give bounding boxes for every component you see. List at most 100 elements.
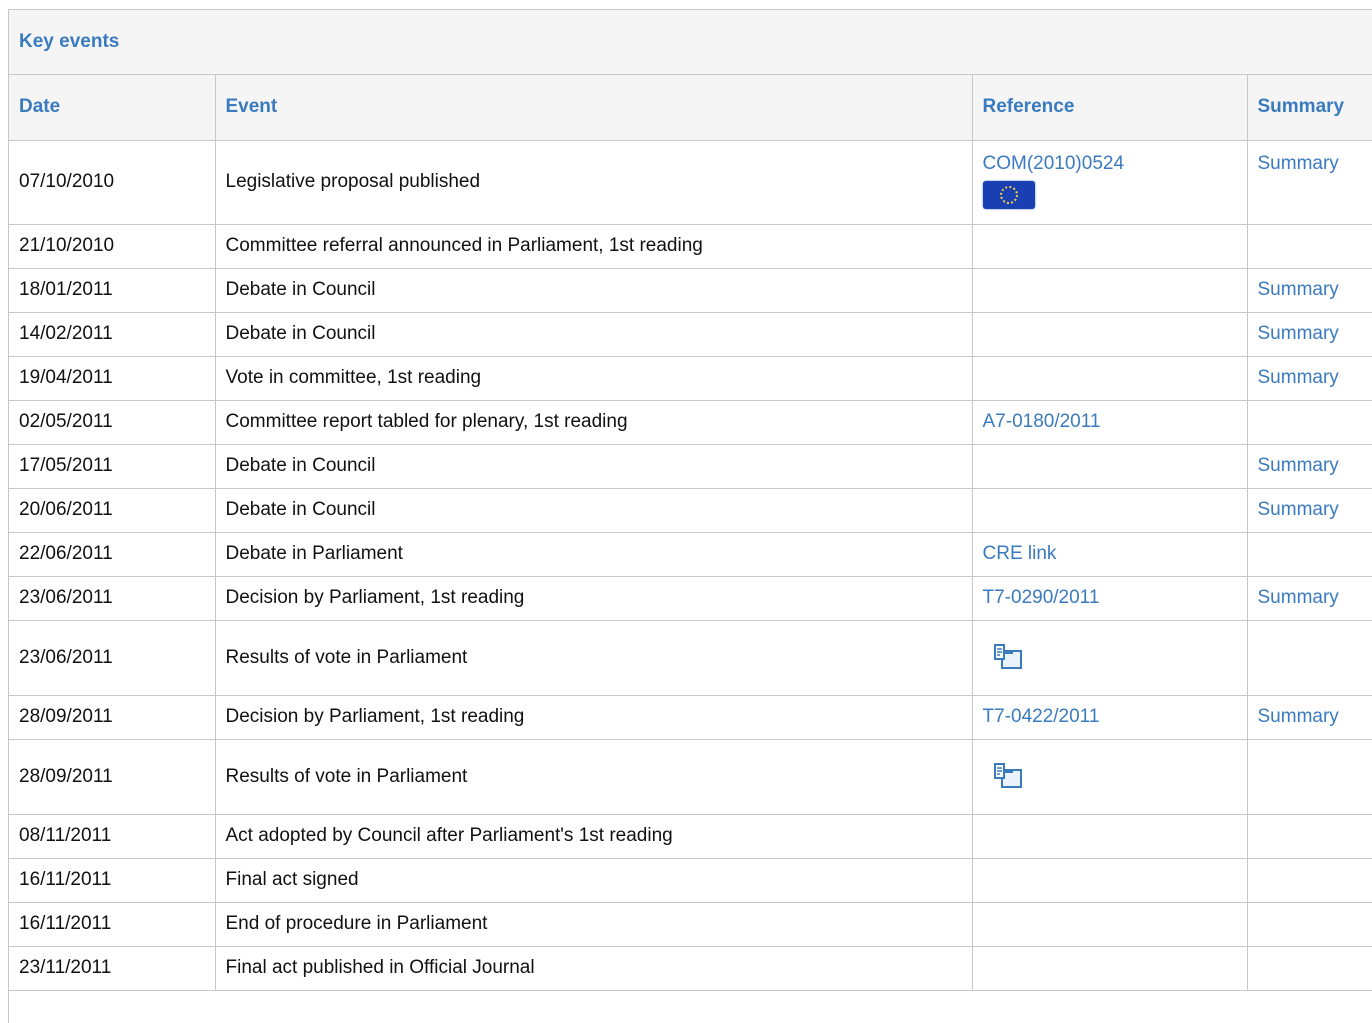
event-cell: Final act published in Official Journal: [215, 946, 973, 991]
event-cell: Vote in committee, 1st reading: [215, 356, 973, 401]
summary-cell: Summary: [1247, 140, 1372, 225]
reference-cell: [972, 739, 1248, 815]
vote-results-icon[interactable]: [991, 761, 1025, 793]
event-cell: Decision by Parliament, 1st reading: [215, 576, 973, 621]
reference-cell: T7-0290/2011: [972, 576, 1248, 621]
reference-cell: CRE link: [972, 532, 1248, 577]
event-cell: Debate in Council: [215, 444, 973, 489]
summary-cell: [1247, 946, 1372, 991]
event-cell: Results of vote in Parliament: [215, 739, 973, 815]
reference-link[interactable]: CRE link: [983, 543, 1057, 564]
event-cell: Act adopted by Council after Parliament'…: [215, 814, 973, 859]
summary-cell: Summary: [1247, 268, 1372, 313]
reference-cell: [972, 488, 1248, 533]
column-header-event[interactable]: Event: [215, 75, 973, 141]
date-cell: 07/10/2010: [9, 140, 216, 225]
column-header-summary[interactable]: Summary: [1247, 75, 1372, 141]
column-header-reference[interactable]: Reference: [972, 75, 1248, 141]
summary-link[interactable]: Summary: [1258, 279, 1339, 300]
reference-cell: [972, 620, 1248, 696]
summary-cell: [1247, 814, 1372, 859]
table-row: 14/02/2011 Debate in Council Summary: [9, 312, 1372, 357]
event-cell: Committee report tabled for plenary, 1st…: [215, 400, 973, 445]
date-cell: 23/06/2011: [9, 620, 216, 696]
reference-cell: [972, 268, 1248, 313]
table-header-row: Date Event Reference Summary: [9, 75, 1372, 141]
panel-title: Key events: [19, 31, 120, 52]
vote-results-icon[interactable]: [991, 642, 1025, 674]
key-events-table: Date Event Reference Summary 07/10/2010 …: [9, 75, 1372, 991]
reference-cell: [972, 444, 1248, 489]
event-cell: Debate in Council: [215, 488, 973, 533]
event-cell: Debate in Council: [215, 312, 973, 357]
summary-link[interactable]: Summary: [1258, 499, 1339, 520]
event-cell: Debate in Parliament: [215, 532, 973, 577]
summary-cell: [1247, 224, 1372, 269]
summary-cell: Summary: [1247, 312, 1372, 357]
summary-cell: [1247, 532, 1372, 577]
reference-cell: [972, 224, 1248, 269]
date-cell: 23/06/2011: [9, 576, 216, 621]
table-row: 16/11/2011 Final act signed: [9, 858, 1372, 903]
key-events-panel: Key events Date Event Reference Summary …: [8, 9, 1372, 1023]
event-cell: Decision by Parliament, 1st reading: [215, 695, 973, 740]
date-cell: 17/05/2011: [9, 444, 216, 489]
summary-link[interactable]: Summary: [1258, 367, 1339, 388]
summary-cell: [1247, 620, 1372, 696]
date-cell: 16/11/2011: [9, 902, 216, 947]
reference-cell: [972, 356, 1248, 401]
summary-cell: [1247, 902, 1372, 947]
reference-link[interactable]: T7-0422/2011: [983, 706, 1100, 727]
summary-cell: [1247, 858, 1372, 903]
date-cell: 19/04/2011: [9, 356, 216, 401]
eu-flag-icon[interactable]: [982, 180, 1035, 209]
reference-cell: [972, 858, 1248, 903]
event-cell: Final act signed: [215, 858, 973, 903]
date-cell: 18/01/2011: [9, 268, 216, 313]
date-cell: 16/11/2011: [9, 858, 216, 903]
table-row: 28/09/2011 Results of vote in Parliament: [9, 739, 1372, 815]
table-row: 23/06/2011 Decision by Parliament, 1st r…: [9, 576, 1372, 621]
summary-link[interactable]: Summary: [1258, 706, 1339, 727]
event-cell: Committee referral announced in Parliame…: [215, 224, 973, 269]
event-cell: End of procedure in Parliament: [215, 902, 973, 947]
event-cell: Results of vote in Parliament: [215, 620, 973, 696]
reference-cell: [972, 312, 1248, 357]
table-row: 22/06/2011 Debate in Parliament CRE link: [9, 532, 1372, 577]
table-row: 08/11/2011 Act adopted by Council after …: [9, 814, 1372, 859]
reference-link[interactable]: A7-0180/2011: [983, 411, 1101, 432]
summary-cell: Summary: [1247, 356, 1372, 401]
date-cell: 28/09/2011: [9, 739, 216, 815]
date-cell: 02/05/2011: [9, 400, 216, 445]
date-cell: 28/09/2011: [9, 695, 216, 740]
summary-link[interactable]: Summary: [1258, 455, 1339, 476]
summary-cell: Summary: [1247, 695, 1372, 740]
table-row: 18/01/2011 Debate in Council Summary: [9, 268, 1372, 313]
date-cell: 08/11/2011: [9, 814, 216, 859]
summary-link[interactable]: Summary: [1258, 153, 1339, 174]
reference-link[interactable]: COM(2010)0524: [983, 153, 1125, 174]
table-row: 20/06/2011 Debate in Council Summary: [9, 488, 1372, 533]
reference-cell: [972, 902, 1248, 947]
table-row: 19/04/2011 Vote in committee, 1st readin…: [9, 356, 1372, 401]
summary-cell: [1247, 400, 1372, 445]
table-row: 21/10/2010 Committee referral announced …: [9, 224, 1372, 269]
date-cell: 20/06/2011: [9, 488, 216, 533]
table-row: 17/05/2011 Debate in Council Summary: [9, 444, 1372, 489]
summary-link[interactable]: Summary: [1258, 323, 1339, 344]
date-cell: 22/06/2011: [9, 532, 216, 577]
column-header-date[interactable]: Date: [9, 75, 216, 141]
summary-cell: Summary: [1247, 444, 1372, 489]
summary-cell: Summary: [1247, 576, 1372, 621]
table-row: 28/09/2011 Decision by Parliament, 1st r…: [9, 695, 1372, 740]
summary-cell: Summary: [1247, 488, 1372, 533]
reference-cell: COM(2010)0524: [972, 140, 1248, 225]
reference-cell: [972, 946, 1248, 991]
event-cell: Debate in Council: [215, 268, 973, 313]
reference-cell: [972, 814, 1248, 859]
summary-link[interactable]: Summary: [1258, 587, 1339, 608]
reference-link[interactable]: T7-0290/2011: [983, 587, 1100, 608]
table-row: 23/11/2011 Final act published in Offici…: [9, 946, 1372, 991]
date-cell: 21/10/2010: [9, 224, 216, 269]
table-row: 16/11/2011 End of procedure in Parliamen…: [9, 902, 1372, 947]
